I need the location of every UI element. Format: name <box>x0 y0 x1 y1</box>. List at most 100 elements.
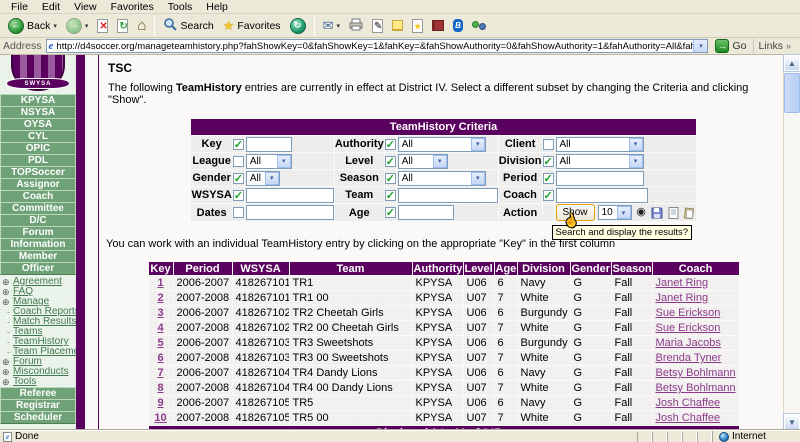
menu-item[interactable]: Help <box>199 1 235 13</box>
key-link[interactable]: 10 <box>154 412 166 424</box>
age-checkbox[interactable] <box>385 207 396 218</box>
page-size-select[interactable]: 10▾ <box>598 205 632 220</box>
chevron-down-icon[interactable]: ▾ <box>53 22 57 30</box>
sidebar-link[interactable]: Forum <box>13 357 42 367</box>
authority-select[interactable]: All▾ <box>398 137 486 152</box>
key-link[interactable]: 6 <box>157 352 163 364</box>
coach-link[interactable]: Josh Chaffee <box>656 412 721 424</box>
coach-input[interactable] <box>556 188 648 203</box>
go-button[interactable]: → Go <box>712 39 749 53</box>
key-checkbox[interactable] <box>233 139 244 150</box>
copy-button[interactable] <box>683 206 696 219</box>
coach-checkbox[interactable] <box>543 190 554 201</box>
sidebar-link[interactable]: Teams <box>13 327 42 337</box>
mail-button[interactable]: ✉ ▾ <box>319 15 344 37</box>
team-checkbox[interactable] <box>385 190 396 201</box>
add-favorite-button[interactable]: ★ <box>408 15 427 37</box>
favorites-button[interactable]: ★ Favorites <box>219 15 285 37</box>
address-dropdown-icon[interactable]: ▾ <box>693 40 707 52</box>
key-link[interactable]: 2 <box>157 292 163 304</box>
chevron-down-icon[interactable]: ▾ <box>277 155 291 168</box>
key-link[interactable]: 9 <box>157 397 163 409</box>
coach-link[interactable]: Sue Erickson <box>656 307 721 319</box>
chevron-down-icon[interactable]: ▾ <box>265 172 279 185</box>
sidebar-link[interactable]: Coach Reports <box>13 307 76 317</box>
sidebar-tree-item[interactable]: ⊕ - Coach Reports <box>2 307 76 317</box>
scrollbar-thumb[interactable] <box>784 73 800 113</box>
menu-item[interactable]: Edit <box>35 1 67 13</box>
sidebar-tree-item[interactable]: ⊕ - Forum <box>2 357 76 367</box>
sidebar-tree-item[interactable]: ⊕ - Manage <box>2 297 76 307</box>
sidebar-tree-item[interactable]: ⊕ - FAQ <box>2 287 76 297</box>
period-input[interactable] <box>556 171 644 186</box>
scroll-up-button[interactable]: ▲ <box>784 55 800 71</box>
dates-checkbox[interactable] <box>233 207 244 218</box>
sidebar-tree-item[interactable]: ⊕ - Agreement <box>2 277 76 287</box>
export-button[interactable] <box>667 206 680 219</box>
level-checkbox[interactable] <box>385 156 396 167</box>
edit-button[interactable]: ✎ <box>368 15 387 37</box>
expand-icon[interactable]: ⊕ <box>2 277 11 287</box>
menu-item[interactable]: Tools <box>161 1 200 13</box>
chevron-down-icon[interactable]: ▾ <box>471 138 485 151</box>
coach-link[interactable]: Betsy Bohlmann <box>656 382 736 394</box>
discuss-button[interactable] <box>388 15 407 37</box>
sidebar-tree-item[interactable]: ⊕ - Match Results <box>2 317 76 327</box>
expand-icon[interactable]: ⊕ <box>2 357 11 367</box>
scrollbar-track[interactable] <box>784 113 800 414</box>
sidebar-tree-item[interactable]: ⊕ - Tools <box>2 377 76 387</box>
key-link[interactable]: 3 <box>157 307 163 319</box>
key-link[interactable]: 7 <box>157 367 163 379</box>
team-input[interactable] <box>398 188 498 203</box>
coach-link[interactable]: Josh Chaffee <box>656 397 721 409</box>
sidebar-tree-item[interactable]: ⊕ - Teams <box>2 327 76 337</box>
scroll-down-button[interactable]: ▼ <box>784 414 800 430</box>
dates-input[interactable] <box>246 205 334 220</box>
record-button[interactable]: ◉ <box>635 206 648 219</box>
period-checkbox[interactable] <box>543 173 554 184</box>
sidebar-link[interactable]: FAQ <box>13 287 33 297</box>
coach-link[interactable]: Sue Erickson <box>656 322 721 334</box>
key-link[interactable]: 4 <box>157 322 163 334</box>
sidebar-link[interactable]: TeamHistory <box>13 337 69 347</box>
coach-link[interactable]: Maria Jacobs <box>656 337 721 349</box>
gender-select[interactable]: All▾ <box>246 171 280 186</box>
chevron-down-icon[interactable]: ▾ <box>471 172 485 185</box>
bluetooth-button[interactable]: B <box>449 15 467 37</box>
research-button[interactable] <box>428 15 448 37</box>
chevron-down-icon[interactable]: ▾ <box>336 22 340 30</box>
chevron-down-icon[interactable]: ▾ <box>629 138 643 151</box>
menu-item[interactable]: Favorites <box>104 1 161 13</box>
key-link[interactable]: 1 <box>157 277 163 289</box>
expand-icon[interactable]: ⊕ <box>2 377 11 387</box>
address-url[interactable]: http://d4soccer.org/manageteamhistory.ph… <box>56 41 693 52</box>
refresh-button[interactable]: ↻ <box>113 15 132 37</box>
expand-icon[interactable]: ⊕ <box>2 367 11 377</box>
key-link[interactable]: 5 <box>157 337 163 349</box>
wsysa-checkbox[interactable] <box>233 190 244 201</box>
back-button[interactable]: ← Back ▾ <box>4 15 61 37</box>
client-select[interactable]: All▾ <box>556 137 644 152</box>
print-button[interactable] <box>345 15 367 37</box>
sidebar-button[interactable]: Information <box>0 238 76 251</box>
sidebar-button[interactable]: Scheduler <box>0 411 76 424</box>
client-checkbox[interactable] <box>543 139 554 150</box>
sidebar-tree-item[interactable]: ⊕ - Team Placement <box>2 347 76 357</box>
sidebar-link[interactable]: Tools <box>13 377 36 387</box>
chevron-down-icon[interactable]: ▾ <box>433 155 447 168</box>
links-toolbar[interactable]: Links » <box>753 39 797 53</box>
wsysa-input[interactable] <box>246 188 334 203</box>
division-checkbox[interactable] <box>543 156 554 167</box>
menu-item[interactable]: View <box>67 1 104 13</box>
sidebar-link[interactable]: Team Placement <box>13 347 76 357</box>
menu-item[interactable]: File <box>4 1 35 13</box>
season-checkbox[interactable] <box>385 173 396 184</box>
vertical-scrollbar[interactable]: ▲ ▼ <box>783 55 800 430</box>
messenger-button[interactable] <box>468 15 490 37</box>
expand-icon[interactable]: ⊕ <box>2 297 11 307</box>
chevron-down-icon[interactable]: ▾ <box>629 155 643 168</box>
sidebar-link[interactable]: Agreement <box>13 277 62 287</box>
coach-link[interactable]: Janet Ring <box>656 292 709 304</box>
chevron-down-icon[interactable]: ▾ <box>85 22 89 30</box>
stop-button[interactable]: ✕ <box>93 15 112 37</box>
